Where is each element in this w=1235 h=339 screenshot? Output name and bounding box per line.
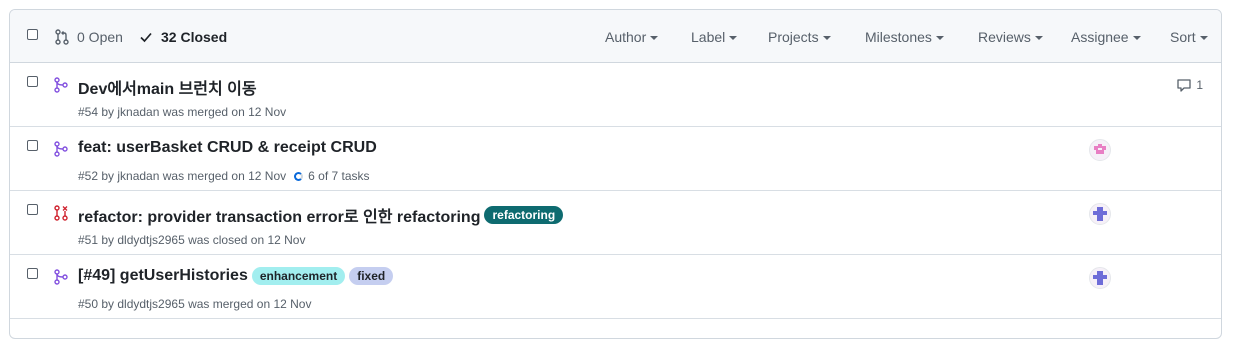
comment-count-link[interactable]: 1 — [1176, 77, 1203, 93]
pr-title-link[interactable]: refactor: provider transaction error로 인한… — [78, 203, 564, 227]
caret-down-icon — [1132, 36, 1141, 40]
pr-title-link[interactable]: Dev에서main 브런치 이동 — [78, 75, 257, 99]
label-fixed[interactable]: fixed — [349, 267, 394, 285]
pr-meta: #54 by jknadan was merged on 12 Nov — [78, 105, 287, 119]
open-count-label: 0 Open — [77, 29, 123, 45]
caret-down-icon — [729, 36, 738, 40]
sort-filter[interactable]: Sort — [1170, 29, 1208, 45]
closed-filter-link[interactable]: 32 Closed — [139, 29, 227, 45]
row-checkbox[interactable] — [27, 76, 38, 87]
select-all-checkbox[interactable] — [27, 29, 38, 40]
caret-down-icon — [650, 36, 659, 40]
git-merge-icon — [54, 77, 68, 93]
avatar[interactable] — [1089, 267, 1111, 289]
pull-request-row: feat: userBasket CRUD & receipt CRUD #52… — [10, 127, 1221, 191]
list-header: 0 Open 32 Closed Author Label Projects M… — [10, 10, 1221, 63]
pr-meta: #50 by dldydtjs2965 was merged on 12 Nov — [78, 297, 312, 311]
row-checkbox[interactable] — [27, 268, 38, 279]
issues-list: 0 Open 32 Closed Author Label Projects M… — [9, 9, 1222, 339]
pull-request-row: Dev에서main 브런치 이동 #54 by jknadan was merg… — [10, 63, 1221, 127]
assignee-filter[interactable]: Assignee — [1071, 29, 1141, 45]
milestones-filter[interactable]: Milestones — [865, 29, 944, 45]
pull-request-row: refactor: provider transaction error로 인한… — [10, 191, 1221, 255]
git-pull-request-closed-icon — [54, 205, 68, 221]
pr-title-link[interactable]: feat: userBasket CRUD & receipt CRUD — [78, 139, 377, 157]
comment-icon — [1177, 79, 1191, 92]
caret-down-icon — [822, 36, 831, 40]
label-refactoring[interactable]: refactoring — [484, 206, 564, 224]
git-merge-icon — [54, 141, 68, 157]
progress-ring-icon — [294, 171, 304, 181]
avatar[interactable] — [1089, 203, 1111, 225]
identicon-icon — [1093, 207, 1107, 221]
label-filter[interactable]: Label — [691, 29, 738, 45]
closed-count-label: 32 Closed — [161, 29, 228, 45]
task-progress: 6 of 7 tasks — [294, 169, 370, 183]
pr-title-link[interactable]: [#49] getUserHistories enhancement fixed — [78, 267, 394, 285]
git-pull-request-icon — [55, 29, 69, 45]
row-checkbox[interactable] — [27, 140, 38, 151]
avatar[interactable] — [1089, 139, 1111, 161]
caret-down-icon — [935, 36, 944, 40]
reviews-filter[interactable]: Reviews — [978, 29, 1043, 45]
row-checkbox[interactable] — [27, 204, 38, 215]
label-enhancement[interactable]: enhancement — [251, 267, 346, 285]
pr-meta: #52 by jknadan was merged on 12 Nov 6 of… — [78, 169, 370, 183]
identicon-icon — [1094, 144, 1106, 154]
author-filter[interactable]: Author — [605, 29, 659, 45]
open-filter-link[interactable]: 0 Open — [55, 29, 123, 45]
projects-filter[interactable]: Projects — [768, 29, 831, 45]
caret-down-icon — [1199, 36, 1208, 40]
pr-meta: #51 by dldydtjs2965 was closed on 12 Nov — [78, 233, 306, 247]
git-merge-icon — [54, 269, 68, 285]
identicon-icon — [1093, 271, 1107, 285]
caret-down-icon — [1034, 36, 1043, 40]
check-icon — [140, 32, 152, 43]
pull-request-row: [#49] getUserHistories enhancement fixed… — [10, 255, 1221, 319]
